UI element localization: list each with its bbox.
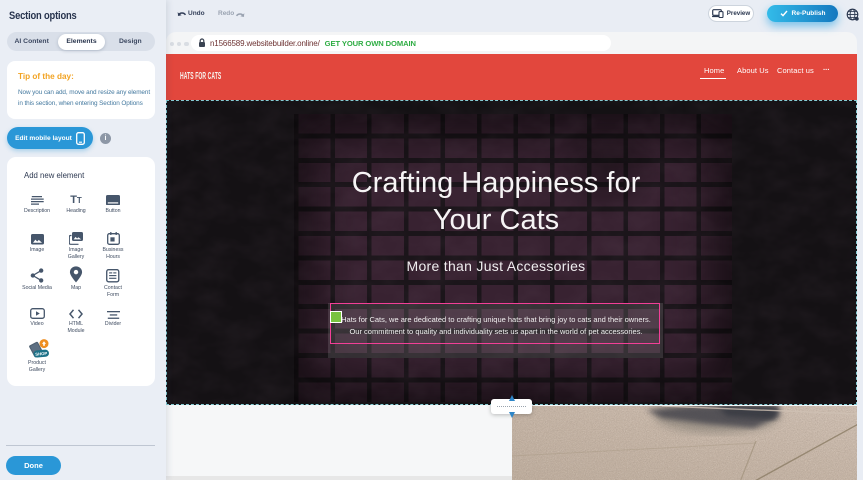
svg-text:SHOP: SHOP	[35, 350, 47, 356]
